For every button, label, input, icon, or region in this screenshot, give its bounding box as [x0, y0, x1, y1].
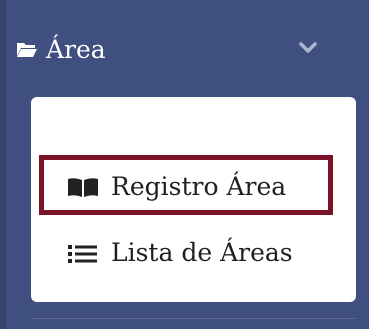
chevron-down-icon[interactable] — [299, 41, 317, 55]
page-background-edge — [369, 0, 375, 329]
submenu-item-lista-areas[interactable]: Lista de Áreas — [31, 225, 356, 281]
folder-open-icon — [17, 43, 37, 57]
menu-header-area[interactable]: Área — [6, 0, 369, 92]
sidebar: Área Registro Área Lista de Áreas — [0, 0, 375, 329]
highlight-box — [39, 155, 333, 215]
menu-title: Área — [46, 35, 106, 64]
submenu-item-label: Lista de Áreas — [111, 238, 293, 267]
divider — [31, 318, 356, 319]
list-icon — [68, 245, 97, 263]
